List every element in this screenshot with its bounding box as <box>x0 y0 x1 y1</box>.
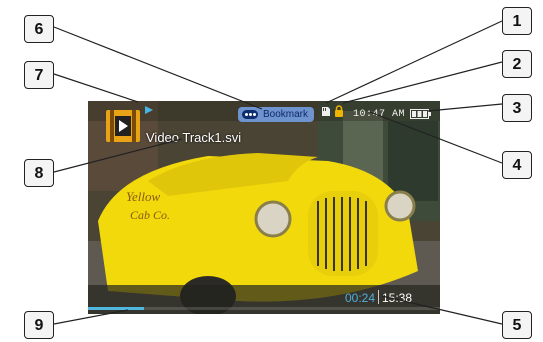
sd-card-icon <box>322 107 330 116</box>
play-icon <box>145 106 153 114</box>
lock-icon <box>335 105 343 117</box>
elapsed-time: 00:24 <box>345 291 376 305</box>
bookmark-icon <box>242 110 258 119</box>
callout-6: 6 <box>24 15 54 43</box>
callout-8: 8 <box>24 159 54 187</box>
video-player-screen: Yellow Cab Co. Bookmark 10:47 AM Video T… <box>88 101 440 314</box>
svg-text:Cab Co.: Cab Co. <box>130 208 170 222</box>
progress-bar[interactable] <box>88 307 440 310</box>
svg-text:Yellow: Yellow <box>126 189 161 204</box>
callout-3: 3 <box>502 94 532 122</box>
clock-display: 10:47 AM <box>353 109 406 120</box>
bookmark-label: Bookmark <box>263 109 309 120</box>
progress-fill <box>88 307 145 310</box>
track-title: Video Track1.svi <box>146 130 242 145</box>
callout-7: 7 <box>24 61 54 89</box>
callout-1: 1 <box>502 7 532 35</box>
bookmark-badge[interactable]: Bookmark <box>238 107 315 122</box>
video-file-icon <box>106 110 140 142</box>
callout-5: 5 <box>502 311 532 339</box>
callout-4: 4 <box>502 151 532 179</box>
total-time: 15:38 <box>382 291 413 305</box>
callout-9: 9 <box>24 311 54 339</box>
time-separator <box>378 290 379 304</box>
battery-icon <box>410 109 431 119</box>
callout-2: 2 <box>502 50 532 78</box>
